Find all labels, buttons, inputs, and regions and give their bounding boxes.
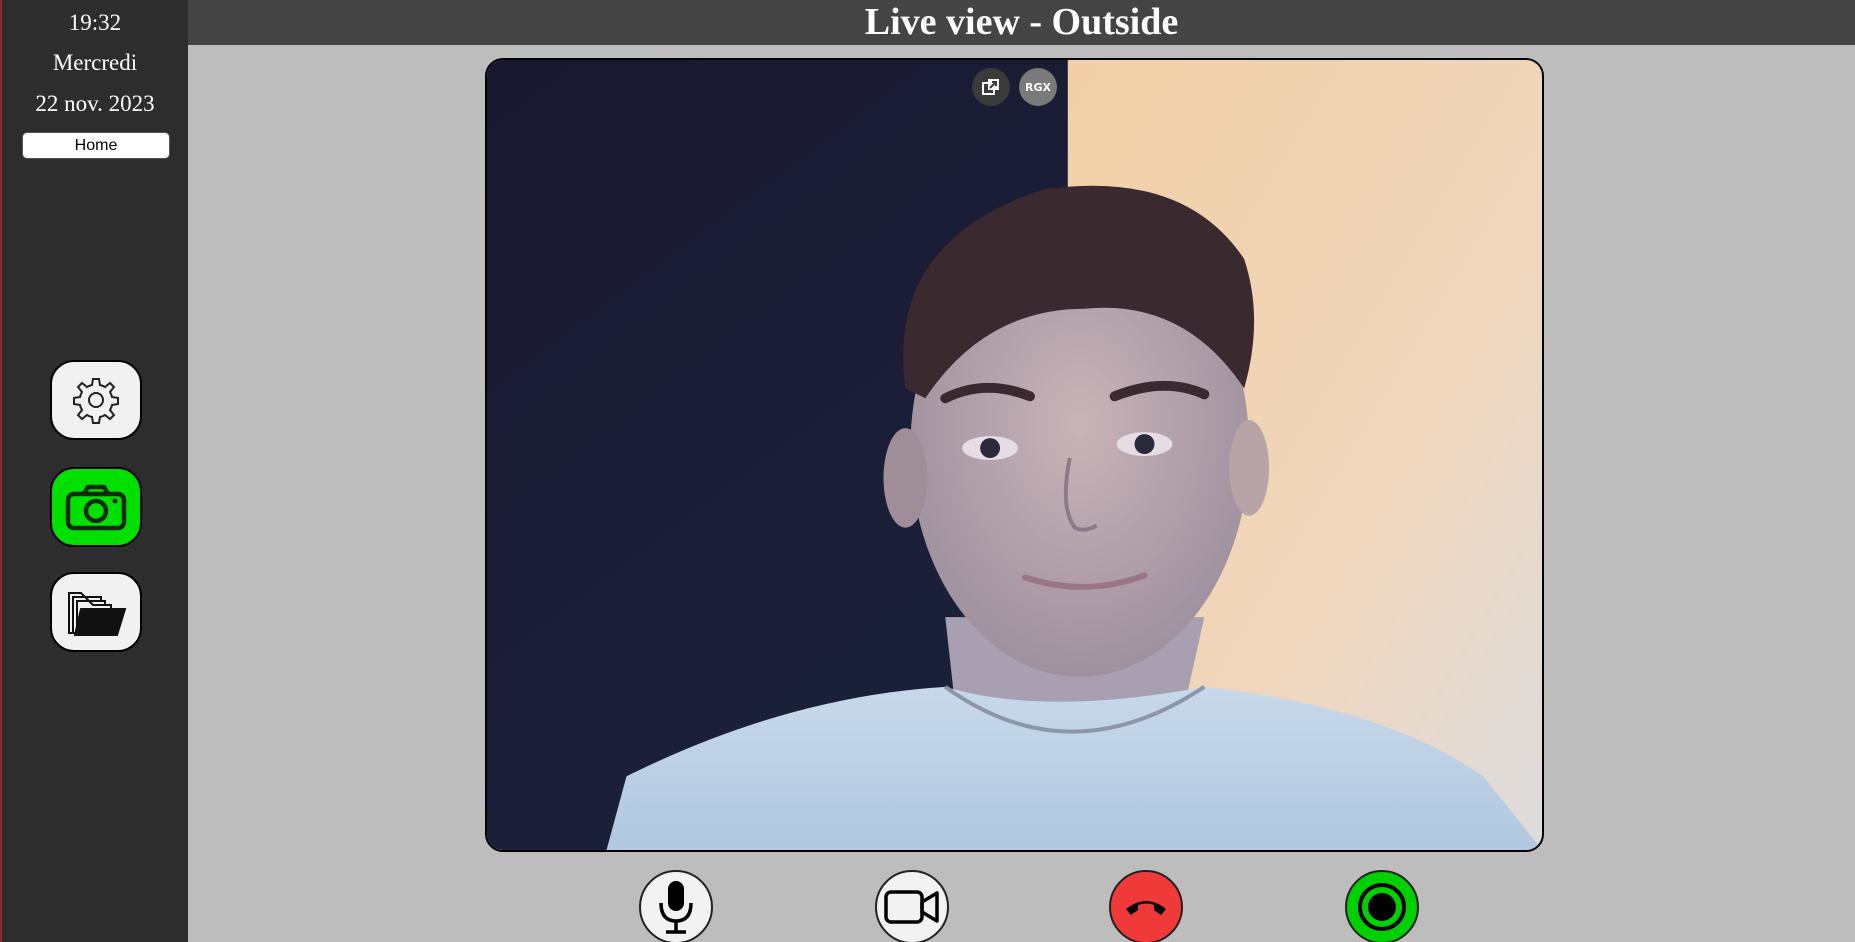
files-button[interactable] (50, 572, 142, 652)
live-video-feed[interactable]: RGX (485, 58, 1544, 852)
settings-button[interactable] (50, 360, 142, 440)
sidebar: 19:32 Mercredi 22 nov. 2023 Home (0, 0, 188, 942)
pip-button[interactable] (972, 68, 1010, 106)
picture-in-picture-icon (982, 79, 999, 95)
microphone-button[interactable] (639, 870, 713, 942)
record-button[interactable] (1345, 870, 1419, 942)
camera-button[interactable] (50, 467, 142, 547)
app-root: 19:32 Mercredi 22 nov. 2023 Home Live vi… (0, 0, 1855, 942)
rgx-label: RGX (1025, 80, 1051, 94)
folder-icon (68, 592, 127, 636)
camera-icon (65, 484, 127, 531)
home-button[interactable]: Home (22, 132, 170, 159)
video-image (487, 60, 1542, 850)
phone-hangup-icon (1126, 901, 1166, 915)
weekday-label: Mercredi (52, 50, 138, 75)
record-icon (1358, 883, 1406, 931)
header-bar: Live view - Outside (188, 0, 1855, 45)
rgx-button[interactable]: RGX (1019, 68, 1057, 106)
video-camera-icon (884, 890, 939, 924)
gear-icon (73, 378, 119, 424)
hang-up-button[interactable] (1109, 870, 1183, 942)
page-title: Live view - Outside (864, 1, 1179, 43)
microphone-icon (659, 881, 693, 934)
video-toggle-button[interactable] (875, 870, 949, 942)
date-label: 22 nov. 2023 (35, 91, 155, 116)
clock-time: 19:32 (68, 10, 122, 35)
